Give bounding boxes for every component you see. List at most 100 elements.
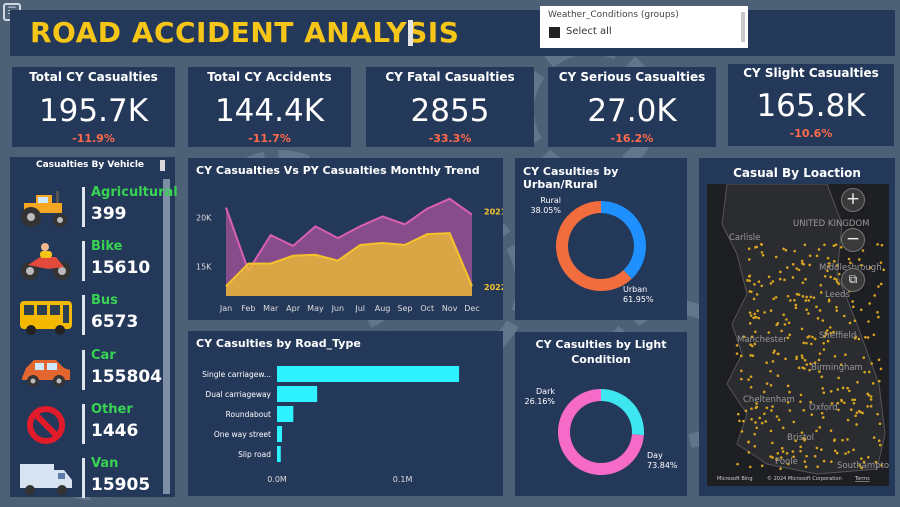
- casualty-point: [740, 377, 743, 381]
- kpi-card-serious-casualties[interactable]: CY Serious Casualties 27.0K -16.2%: [548, 67, 716, 147]
- vehicle-scroll-handle[interactable]: [160, 160, 165, 171]
- casualty-point: [748, 465, 752, 469]
- x-tick-label: Nov: [442, 304, 458, 313]
- casualty-point: [842, 314, 846, 318]
- map-panel[interactable]: Casual By Loaction Carlisle UNITED KINGDO…: [699, 158, 895, 496]
- kpi-value: 144.4K: [214, 93, 325, 129]
- map-place-label: UNITED KINGDOM: [793, 219, 870, 229]
- casualty-point: [739, 354, 743, 358]
- zoom-in-button[interactable]: +: [841, 188, 865, 212]
- casualty-point: [867, 320, 870, 323]
- y-tick-label: 20K: [196, 213, 212, 222]
- vehicle-item-van[interactable]: Van 15905: [10, 452, 160, 506]
- casualty-point: [833, 277, 836, 280]
- map-brand: Microsoft Bing: [717, 476, 753, 482]
- casualty-point: [760, 243, 764, 246]
- kpi-value: 2855: [410, 93, 490, 129]
- casualty-point: [869, 398, 873, 401]
- vehicle-divider: [82, 295, 85, 335]
- slice-label: Dark: [536, 387, 555, 396]
- casualty-point: [788, 390, 791, 394]
- no-entry-icon: [27, 406, 65, 444]
- light-condition-chart[interactable]: CY Casulties by Light Condition Dark 26.1…: [515, 332, 687, 496]
- casualty-point: [808, 263, 812, 267]
- casualty-point: [813, 337, 817, 341]
- casualty-point: [765, 361, 768, 365]
- vehicle-divider: [82, 187, 85, 227]
- casualty-point: [878, 422, 882, 426]
- casualty-point: [769, 455, 772, 458]
- vehicle-item-bus[interactable]: Bus 6573: [10, 289, 160, 343]
- casualty-point: [779, 467, 782, 470]
- casualty-point: [760, 284, 764, 288]
- casualty-point: [771, 360, 775, 363]
- x-tick-label: Jun: [331, 304, 345, 313]
- map-terms-link[interactable]: Terms: [854, 476, 870, 482]
- casualty-point: [809, 295, 813, 299]
- casualty-point: [820, 448, 823, 451]
- casualty-point: [754, 246, 757, 249]
- kpi-card-slight-casualties[interactable]: CY Slight Casualties 165.8K -10.6%: [728, 64, 894, 146]
- casualty-point: [819, 283, 823, 287]
- vehicle-item-agricultural[interactable]: Agricultural 399: [10, 181, 178, 235]
- vehicle-item-bike[interactable]: Bike 15610: [10, 235, 160, 289]
- slice-value-label: 61.95%: [623, 295, 654, 304]
- map-place-label: Oxford: [809, 403, 838, 413]
- map-drawing: CarlisleUNITED KINGDOMMiddlesbroughLeeds…: [707, 184, 889, 486]
- casualty-point: [776, 322, 780, 325]
- bar: [277, 386, 318, 402]
- casualty-point: [754, 330, 757, 334]
- casualty-point: [774, 295, 778, 299]
- casualty-point: [748, 311, 752, 314]
- kpi-card-fatal-casualties[interactable]: CY Fatal Casualties 2855 -33.3%: [366, 67, 534, 147]
- casualty-point: [803, 460, 807, 463]
- casualty-point: [782, 247, 785, 251]
- casualty-point: [829, 326, 832, 329]
- map-canvas[interactable]: CarlisleUNITED KINGDOMMiddlesbroughLeeds…: [707, 184, 889, 486]
- casualty-point: [801, 295, 805, 298]
- casualty-point: [821, 416, 825, 419]
- casualty-point: [769, 429, 773, 433]
- casualty-point: [817, 358, 821, 362]
- road-type-chart[interactable]: CY Casulties by Road_Type Single carriag…: [188, 331, 503, 496]
- kpi-value: 165.8K: [756, 88, 866, 124]
- casualty-point: [810, 342, 813, 346]
- weather-slicer[interactable]: Weather_Conditions (groups) Select all: [540, 6, 748, 48]
- casualty-point: [800, 354, 804, 357]
- casualty-point: [781, 450, 785, 453]
- kpi-card-total-casualties[interactable]: Total CY Casualties 195.7K -11.9%: [12, 67, 175, 147]
- kpi-label: Total CY Casualties: [29, 70, 158, 84]
- casualty-point: [749, 386, 753, 389]
- map-select-icon[interactable]: ⧉: [841, 268, 865, 292]
- casualty-point: [749, 354, 753, 357]
- slicer-scrollbar[interactable]: [741, 12, 745, 42]
- casualty-point: [791, 450, 795, 453]
- vehicle-item-car[interactable]: Car 155804: [10, 344, 162, 398]
- select-all-label[interactable]: Select all: [566, 26, 612, 37]
- casualty-point: [747, 275, 751, 278]
- vehicle-item-other[interactable]: Other 1446: [10, 398, 160, 452]
- casualty-point: [849, 408, 853, 411]
- casualty-point: [761, 253, 765, 257]
- casualty-point: [781, 426, 785, 430]
- monthly-trend-chart[interactable]: CY Casualties Vs PY Casualties Monthly T…: [188, 158, 503, 320]
- casualty-point: [872, 436, 876, 439]
- zoom-out-button[interactable]: −: [841, 228, 865, 252]
- urban-rural-chart[interactable]: CY Casulties by Urban/Rural Rural 38.05% U…: [515, 158, 687, 320]
- casualty-point: [797, 366, 801, 370]
- casualty-point: [752, 297, 756, 301]
- casualty-point: [833, 354, 837, 358]
- kpi-card-total-accidents[interactable]: Total CY Accidents 144.4K -11.7%: [188, 67, 351, 147]
- casualty-point: [853, 319, 857, 323]
- casualty-point: [769, 282, 773, 285]
- kpi-change: -16.2%: [610, 132, 654, 145]
- select-all-checkbox[interactable]: [549, 27, 560, 38]
- casualty-point: [789, 299, 792, 302]
- casualty-point: [754, 315, 758, 319]
- casualty-point: [770, 409, 773, 412]
- vehicle-value: 1446: [91, 421, 139, 441]
- slice-label: Day: [647, 451, 663, 460]
- casualty-point: [816, 317, 820, 320]
- text-cursor: [408, 20, 413, 46]
- vehicle-scrollbar[interactable]: [163, 179, 170, 494]
